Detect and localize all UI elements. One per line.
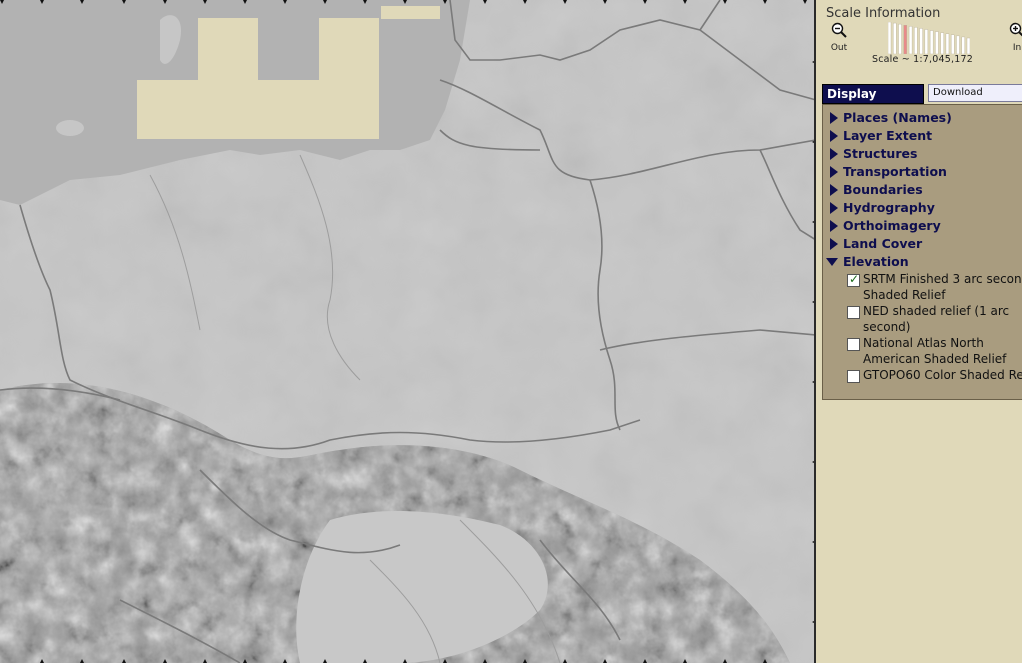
sublayer-label: NED shaded relief (1 arc second) bbox=[863, 304, 1010, 334]
triangle-right-icon[interactable] bbox=[830, 130, 838, 142]
triangle-down-icon[interactable] bbox=[826, 258, 838, 266]
layer-group-places-names[interactable]: Places (Names) bbox=[823, 109, 1022, 127]
layer-group-label: Transportation bbox=[843, 164, 947, 179]
layer-group-land-cover[interactable]: Land Cover bbox=[823, 235, 1022, 253]
layer-group-hydrography[interactable]: Hydrography bbox=[823, 199, 1022, 217]
coverage-gap bbox=[198, 18, 258, 80]
layer-list: Places (Names) Layer Extent Structures Tran… bbox=[822, 104, 1022, 400]
elevation-sublayer[interactable]: GTOPO60 Color Shaded Relief bbox=[847, 367, 1022, 399]
scale-level[interactable] bbox=[908, 26, 913, 54]
triangle-right-icon[interactable] bbox=[830, 184, 838, 196]
coverage-gap bbox=[381, 6, 440, 19]
map-view[interactable] bbox=[0, 0, 816, 663]
sublayer-label: National Atlas North American Shaded Rel… bbox=[863, 336, 1007, 366]
layer-group-structures[interactable]: Structures bbox=[823, 145, 1022, 163]
triangle-right-icon[interactable] bbox=[830, 112, 838, 124]
triangle-right-icon[interactable] bbox=[830, 238, 838, 250]
sublayer-label: SRTM Finished 3 arc second Shaded Relief bbox=[863, 272, 1022, 302]
triangle-right-icon[interactable] bbox=[830, 202, 838, 214]
scale-information-title: Scale Information bbox=[826, 6, 941, 21]
island bbox=[56, 120, 84, 136]
scale-slider[interactable] bbox=[888, 22, 970, 54]
scale-level[interactable] bbox=[914, 27, 918, 54]
panel-tabs: Display Download bbox=[822, 84, 1022, 104]
map-top-ticks bbox=[0, 0, 807, 4]
layer-group-label: Structures bbox=[843, 146, 918, 161]
layer-group-label: Layer Extent bbox=[843, 128, 933, 143]
coverage-gap bbox=[319, 18, 379, 80]
layer-group-label: Orthoimagery bbox=[843, 218, 941, 233]
scale-level[interactable] bbox=[956, 35, 960, 54]
tab-download[interactable]: Download bbox=[928, 84, 1022, 102]
scale-level[interactable] bbox=[924, 29, 929, 54]
checkbox[interactable] bbox=[847, 370, 860, 383]
scale-level[interactable] bbox=[940, 32, 944, 54]
elevation-sublayer[interactable]: National Atlas North American Shaded Rel… bbox=[847, 335, 1022, 367]
elevation-sublayer[interactable]: SRTM Finished 3 arc second Shaded Relief bbox=[847, 271, 1022, 303]
scale-readout: Scale ~ 1:7,045,172 bbox=[872, 54, 973, 65]
layer-group-label: Hydrography bbox=[843, 200, 935, 215]
scale-level[interactable] bbox=[935, 31, 939, 54]
tab-display[interactable]: Display bbox=[822, 84, 924, 104]
layer-group-label: Land Cover bbox=[843, 236, 923, 251]
zoom-in-icon bbox=[1009, 22, 1022, 37]
zoom-out-label: Out bbox=[830, 43, 848, 53]
scale-level[interactable] bbox=[929, 30, 934, 54]
elevation-sublayer[interactable]: NED shaded relief (1 arc second) bbox=[847, 303, 1022, 335]
checkbox[interactable] bbox=[847, 306, 860, 319]
layer-group-orthoimagery[interactable]: Orthoimagery bbox=[823, 217, 1022, 235]
layer-group-label: Boundaries bbox=[843, 182, 923, 197]
scale-level[interactable] bbox=[919, 28, 923, 54]
triangle-right-icon[interactable] bbox=[830, 220, 838, 232]
scale-level[interactable] bbox=[966, 37, 970, 54]
app-root: Scale Information Out In Scale ~ 1:7,045… bbox=[0, 0, 1022, 663]
map-bottom-ticks bbox=[40, 659, 767, 663]
side-panel: Scale Information Out In Scale ~ 1:7,045… bbox=[816, 0, 1022, 663]
scale-level[interactable] bbox=[961, 36, 965, 54]
shaded-relief-map[interactable] bbox=[0, 0, 816, 663]
zoom-in-label: In bbox=[1012, 43, 1022, 53]
checkbox[interactable] bbox=[847, 338, 860, 351]
zoom-out-button[interactable]: Out bbox=[824, 22, 854, 53]
scale-level[interactable] bbox=[893, 22, 897, 54]
scale-level[interactable] bbox=[951, 34, 955, 54]
zoom-out-icon bbox=[831, 22, 847, 38]
zoom-in-button[interactable]: In bbox=[1002, 22, 1022, 53]
layer-group-transportation[interactable]: Transportation bbox=[823, 163, 1022, 181]
scale-level-current[interactable] bbox=[903, 25, 908, 54]
checkbox-checked[interactable] bbox=[847, 272, 860, 287]
layer-group-label: Elevation bbox=[843, 254, 909, 269]
coverage-gap bbox=[137, 80, 379, 139]
sublayer-label: GTOPO60 Color Shaded Relief bbox=[863, 368, 1022, 382]
layer-group-layer-extent[interactable]: Layer Extent bbox=[823, 127, 1022, 145]
layer-group-elevation[interactable]: Elevation bbox=[823, 253, 1022, 271]
scale-level[interactable] bbox=[945, 33, 950, 54]
layer-group-boundaries[interactable]: Boundaries bbox=[823, 181, 1022, 199]
layer-group-label: Places (Names) bbox=[843, 110, 952, 125]
scale-level[interactable] bbox=[888, 22, 892, 54]
triangle-right-icon[interactable] bbox=[830, 148, 838, 160]
scale-level[interactable] bbox=[898, 23, 902, 54]
triangle-right-icon[interactable] bbox=[830, 166, 838, 178]
